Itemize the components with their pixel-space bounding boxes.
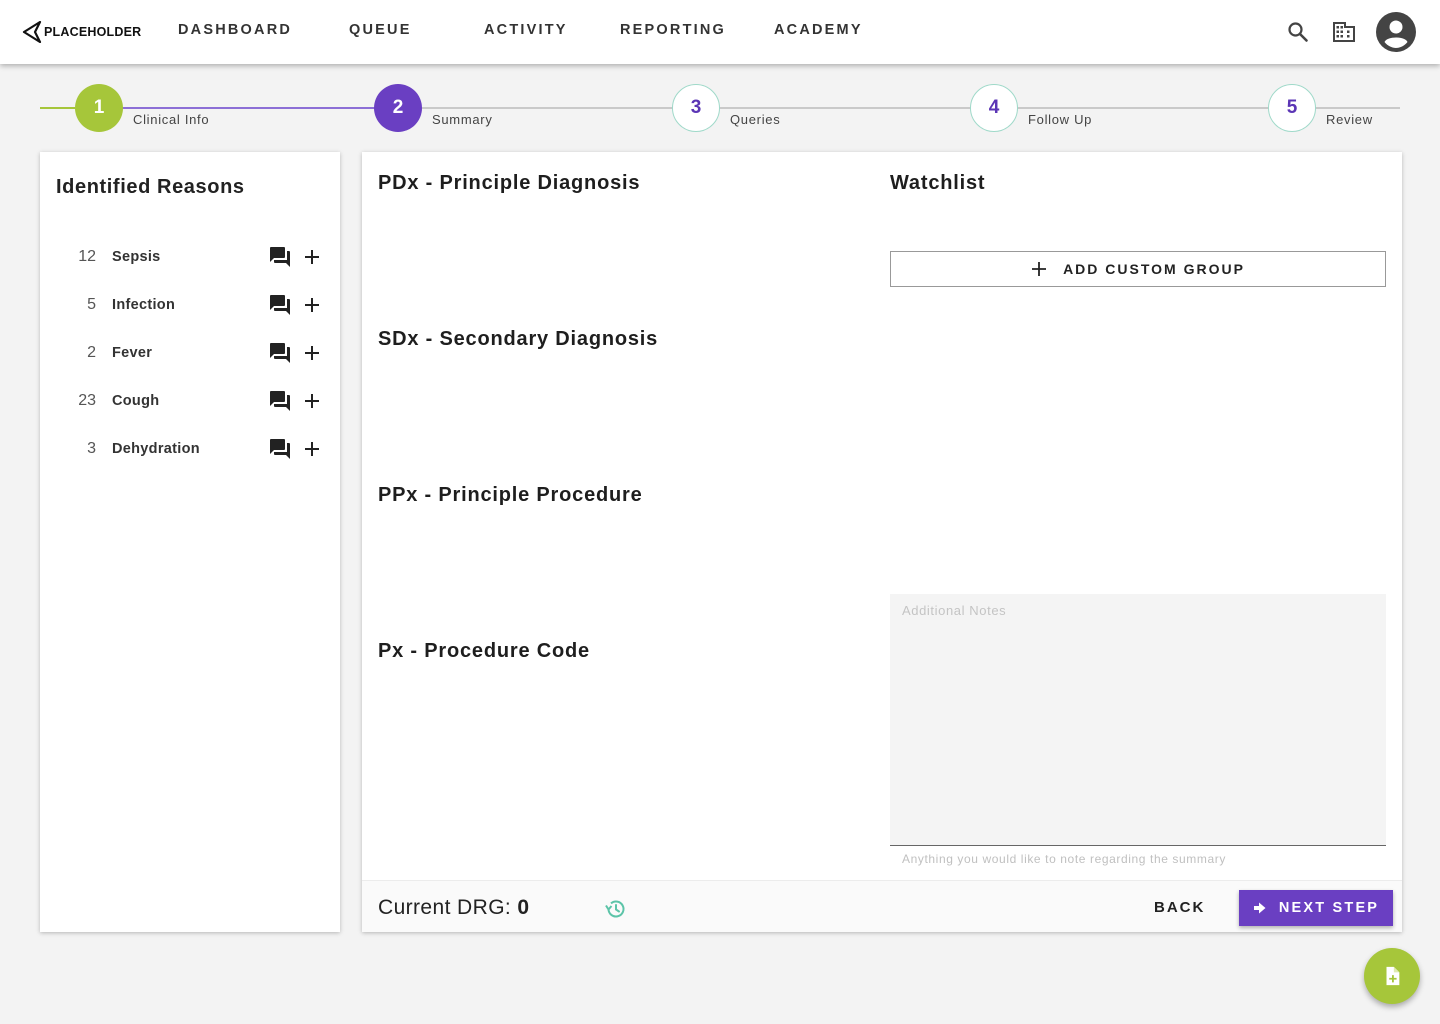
step-5-circle[interactable]: 5	[1268, 84, 1316, 132]
progress-stepper: 1 Clinical Info 2 Summary 3 Queries 4 Fo…	[0, 84, 1440, 134]
history-icon[interactable]	[604, 897, 628, 921]
forum-icon[interactable]	[268, 437, 292, 461]
sdx-section-title: SDx - Secondary Diagnosis	[378, 328, 659, 350]
reason-count: 2	[87, 344, 96, 361]
reason-count: 5	[87, 296, 96, 313]
nav-dashboard[interactable]: DASHBOARD	[178, 22, 292, 38]
reason-row: 12 Sepsis	[40, 242, 340, 272]
nav-academy[interactable]: ACADEMY	[774, 22, 863, 38]
step-connector	[1314, 107, 1400, 109]
step-1-circle[interactable]: 1	[75, 84, 123, 132]
reason-name: Sepsis	[112, 249, 161, 265]
reason-row: 3 Dehydration	[40, 434, 340, 464]
nav-activity[interactable]: ACTIVITY	[484, 22, 568, 38]
reason-count: 23	[78, 392, 96, 409]
nav-reporting[interactable]: REPORTING	[620, 22, 726, 38]
step-connector	[718, 107, 972, 109]
forum-icon[interactable]	[268, 293, 292, 317]
account-circle-icon[interactable]	[1375, 11, 1417, 53]
current-drg-label: Current DRG:	[378, 896, 518, 919]
notes-helper-text: Anything you would like to note regardin…	[902, 852, 1226, 866]
ppx-section-title: PPx - Principle Procedure	[378, 484, 643, 506]
step-2-circle[interactable]: 2	[374, 84, 422, 132]
back-button[interactable]: BACK	[1154, 899, 1205, 916]
logo-arrow-icon	[22, 21, 42, 43]
current-drg-value: 0	[517, 896, 530, 919]
add-icon[interactable]	[302, 439, 322, 459]
step-connector	[1016, 107, 1270, 109]
px-section-title: Px - Procedure Code	[378, 640, 590, 662]
reason-name: Dehydration	[112, 441, 200, 457]
reason-row: 5 Infection	[40, 290, 340, 320]
add-custom-group-label: ADD CUSTOM GROUP	[1063, 261, 1245, 277]
summary-panel: PDx - Principle Diagnosis SDx - Secondar…	[362, 152, 1402, 932]
watchlist-title: Watchlist	[890, 172, 986, 194]
next-step-label: NEXT STEP	[1278, 900, 1380, 916]
add-icon[interactable]	[302, 343, 322, 363]
current-drg: Current DRG: 0	[378, 896, 530, 920]
reason-row: 23 Cough	[40, 386, 340, 416]
logo[interactable]: PLACEHOLDER	[22, 20, 141, 44]
reason-name: Fever	[112, 345, 153, 361]
logo-text: PLACEHOLDER	[44, 25, 142, 39]
step-4-label: Follow Up	[1028, 112, 1093, 127]
reason-name: Infection	[112, 297, 176, 313]
top-app-bar: PLACEHOLDER DASHBOARD QUEUE ACTIVITY REP…	[0, 0, 1440, 64]
identified-reasons-panel: Identified Reasons 12 Sepsis 5 Infection…	[40, 152, 340, 932]
additional-notes-input[interactable]	[890, 594, 1386, 845]
reason-name: Cough	[112, 393, 160, 409]
reason-count: 12	[78, 248, 96, 265]
forum-icon[interactable]	[268, 341, 292, 365]
forum-icon[interactable]	[268, 245, 292, 269]
add-custom-group-button[interactable]: ADD CUSTOM GROUP	[890, 251, 1386, 287]
nav-queue[interactable]: QUEUE	[349, 22, 412, 38]
add-icon	[1032, 262, 1047, 276]
search-icon[interactable]	[1286, 20, 1310, 44]
step-3-label: Queries	[730, 112, 781, 127]
step-connector	[40, 107, 75, 109]
building-icon[interactable]	[1332, 20, 1356, 44]
step-1-label: Clinical Info	[133, 112, 210, 127]
add-icon[interactable]	[302, 247, 322, 267]
new-note-fab[interactable]	[1364, 948, 1420, 1004]
note-add-icon	[1386, 966, 1400, 986]
step-4-circle[interactable]: 4	[970, 84, 1018, 132]
reason-count: 3	[87, 440, 96, 457]
add-icon[interactable]	[302, 295, 322, 315]
step-2-label: Summary	[432, 112, 493, 127]
step-connector	[122, 107, 376, 109]
summary-action-bar: Current DRG: 0 BACK NEXT STEP	[362, 880, 1402, 932]
step-5-label: Review	[1326, 112, 1373, 127]
next-step-button[interactable]: NEXT STEP	[1239, 890, 1393, 926]
additional-notes-field	[890, 594, 1386, 846]
arrow-forward-icon	[1253, 902, 1266, 914]
identified-reasons-title: Identified Reasons	[56, 176, 245, 198]
pdx-section-title: PDx - Principle Diagnosis	[378, 172, 641, 194]
step-3-circle[interactable]: 3	[672, 84, 720, 132]
add-icon[interactable]	[302, 391, 322, 411]
step-connector	[420, 107, 674, 109]
reason-row: 2 Fever	[40, 338, 340, 368]
forum-icon[interactable]	[268, 389, 292, 413]
